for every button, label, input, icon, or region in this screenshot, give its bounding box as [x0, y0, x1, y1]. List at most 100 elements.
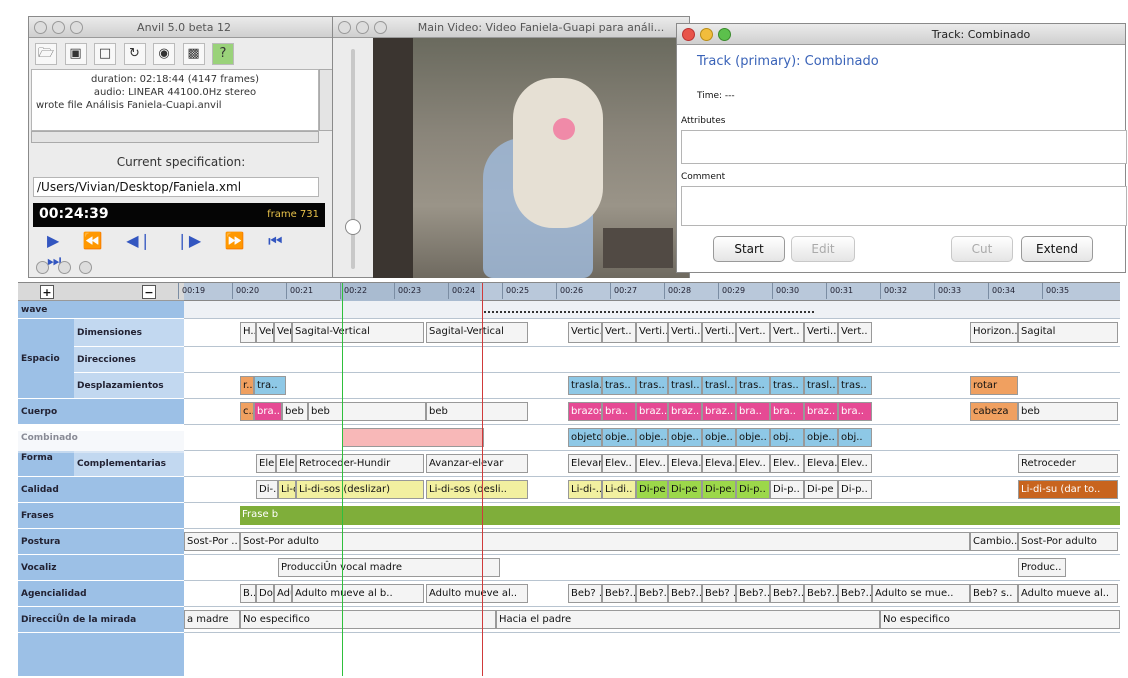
track-row[interactable] — [184, 301, 1120, 319]
annotation-segment[interactable]: Vert.. — [736, 322, 770, 343]
annotation-segment[interactable]: braz.. — [636, 402, 668, 421]
annotation-segment[interactable]: Elev.. — [838, 454, 872, 473]
annotation-segment[interactable]: Eleva.. — [702, 454, 736, 473]
track-row[interactable]: H..Ver..Ver..Sagital-VerticalSagital-Ver… — [184, 319, 1120, 347]
annotation-segment[interactable]: Beb? .. — [702, 584, 736, 603]
track-row[interactable]: Frase b — [184, 503, 1120, 529]
open-folder-icon[interactable]: 🗁 — [35, 43, 57, 65]
annotation-segment[interactable]: Ver.. — [274, 322, 292, 343]
annotation-segment[interactable]: Eleva.. — [668, 454, 702, 473]
rewind-icon[interactable]: ⏪ — [83, 231, 103, 250]
annotation-segment[interactable]: a madre — [184, 610, 240, 629]
annotation-segment[interactable]: Verti.. — [804, 322, 838, 343]
annotation-segment[interactable]: obje.. — [602, 428, 636, 447]
annotation-segment[interactable]: r.. — [240, 376, 254, 395]
annotation-segment[interactable]: Eleva.. — [804, 454, 838, 473]
annotation-segment[interactable]: Ele.. — [276, 454, 296, 473]
annotation-segment[interactable]: brazos — [568, 402, 602, 421]
annotation-segment[interactable]: Elevar — [568, 454, 602, 473]
edit-button[interactable]: Edit — [791, 236, 855, 262]
time-ruler[interactable]: 00:19 00:20 00:21 00:22 00:23 00:24 00:25 00:26… — [178, 283, 1120, 301]
annotation-segment[interactable]: Li-di-sos (deslizar) — [296, 480, 424, 499]
zoom-in-button[interactable]: + — [40, 285, 54, 299]
annotation-segment[interactable]: H.. — [240, 322, 256, 343]
annotation-segment[interactable]: Beb?.. — [602, 584, 636, 603]
annotation-segment[interactable]: Ver.. — [256, 322, 274, 343]
annotation-segment[interactable]: tras.. — [770, 376, 804, 395]
close-window-button[interactable] — [34, 20, 47, 34]
annotation-segment[interactable]: Beb?.. — [668, 584, 702, 603]
annotation-segment[interactable]: Di-p.. — [770, 480, 804, 499]
annotation-segment[interactable]: Elev.. — [602, 454, 636, 473]
annotation-segment[interactable]: Frase b — [240, 506, 1120, 525]
annotation-segment[interactable]: Sost-Por adulto — [1018, 532, 1118, 551]
annotation-segment[interactable]: braz.. — [804, 402, 838, 421]
step-forward-icon[interactable]: ❘▶ — [175, 231, 201, 250]
selection-end-line[interactable] — [482, 283, 483, 676]
annotation-segment[interactable]: trasl.. — [702, 376, 736, 395]
track-row[interactable]: r..tra..trasla..tras..tras..trasl..trasl… — [184, 373, 1120, 399]
anvil-titlebar[interactable]: Anvil 5.0 beta 12 — [29, 17, 339, 38]
step-back-icon[interactable]: ◀❘ — [126, 231, 152, 250]
track-row[interactable]: B..Dos..Adu..Adulto mueve al b..Adulto m… — [184, 581, 1120, 607]
annotation-segment[interactable]: Avanzar-elevar — [426, 454, 528, 473]
annotation-segment[interactable]: Verti.. — [636, 322, 668, 343]
annotation-segment[interactable]: Beb?.. — [804, 584, 838, 603]
annotation-segment[interactable]: Elev.. — [736, 454, 770, 473]
save-icon[interactable]: ▣ — [64, 43, 87, 65]
annotation-segment[interactable]: Dos.. — [256, 584, 274, 603]
zoom-window-button[interactable] — [374, 20, 387, 34]
annotation-segment[interactable]: Adulto mueve al.. — [426, 584, 528, 603]
annotation-segment[interactable]: bra.. — [838, 402, 872, 421]
annotation-segment[interactable]: Di-pe.. — [702, 480, 736, 499]
annotation-segment[interactable]: ProducciÛn vocal madre — [278, 558, 500, 577]
annotation-segment[interactable]: Beb?.. — [770, 584, 804, 603]
track-titlebar[interactable]: Track: Combinado — [677, 24, 1125, 45]
annotation-segment[interactable]: tra.. — [254, 376, 286, 395]
spec-path-field[interactable]: /Users/Vivian/Desktop/Faniela.xml — [33, 177, 319, 197]
track-row[interactable]: Ele..Ele..Retroceder-HundirAvanzar-eleva… — [184, 451, 1120, 477]
slider-knob[interactable] — [345, 219, 361, 235]
track-row[interactable]: Sost-Por .. Sost-Por adulto Cambio.. Sost-P… — [184, 529, 1120, 555]
start-button[interactable]: Start — [713, 236, 785, 262]
annotation-segment[interactable]: obje.. — [668, 428, 702, 447]
annotation-segment[interactable]: Adu.. — [274, 584, 292, 603]
annotation-segment[interactable]: Sagital-Vertical — [292, 322, 424, 343]
annotation-segment[interactable]: Verti.. — [668, 322, 702, 343]
annotation-segment[interactable]: Adulto mueve al.. — [1018, 584, 1118, 603]
annotation-segment[interactable]: beb — [308, 402, 426, 421]
track-row[interactable]: ProducciÛn vocal madre Produc.. — [184, 555, 1120, 581]
to-start-icon[interactable]: ⏮ — [268, 231, 282, 251]
annotation-segment[interactable]: Sost-Por adulto — [240, 532, 970, 551]
annotation-segment[interactable]: Di-pe — [804, 480, 838, 499]
annotation-segment[interactable]: Verti.. — [702, 322, 736, 343]
annotation-segment[interactable]: c.. — [240, 402, 254, 421]
annotation-segment[interactable]: No especifico — [240, 610, 496, 629]
annotation-segment[interactable]: Vertic.. — [568, 322, 602, 343]
annotation-segment[interactable]: obje.. — [702, 428, 736, 447]
annotation-segment[interactable]: Di-p.. — [736, 480, 770, 499]
annotation-segment[interactable]: trasl.. — [668, 376, 702, 395]
track-row[interactable] — [184, 347, 1120, 373]
play-icon[interactable]: ▶ — [47, 231, 59, 250]
annotation-segment[interactable]: obje.. — [804, 428, 838, 447]
annotation-segment[interactable]: Vert.. — [602, 322, 636, 343]
annotation-segment[interactable]: Retroceder — [1018, 454, 1118, 473]
annotation-segment[interactable]: Di-pe — [668, 480, 702, 499]
annotation-segment[interactable]: Horizon.. — [970, 322, 1018, 343]
annotation-segment[interactable]: bra.. — [770, 402, 804, 421]
annotation-segment[interactable]: bra.. — [602, 402, 636, 421]
annotation-segment[interactable]: Sagital-Vertical — [426, 322, 528, 343]
annotation-segment[interactable]: bra.. — [254, 402, 282, 421]
annotation-segment[interactable]: Elev.. — [770, 454, 804, 473]
close-window-button[interactable] — [338, 20, 351, 34]
attributes-field[interactable] — [681, 130, 1127, 164]
annotation-segment[interactable]: B.. — [240, 584, 256, 603]
annotation-segment[interactable]: rotar — [970, 376, 1018, 395]
annotation-segment[interactable]: Sagital — [1018, 322, 1118, 343]
track-row[interactable]: c.. bra.. beb beb beb brazos bra.. braz.. braz..… — [184, 399, 1120, 425]
annotation-segment[interactable]: objeto — [568, 428, 602, 447]
annotation-segment[interactable]: Li-di-su (dar to.. — [1018, 480, 1118, 499]
track-row[interactable]: Di-..Li-d..Li-di-sos (deslizar)Li-di-sos… — [184, 477, 1120, 503]
annotation-segment[interactable]: Ele.. — [256, 454, 276, 473]
